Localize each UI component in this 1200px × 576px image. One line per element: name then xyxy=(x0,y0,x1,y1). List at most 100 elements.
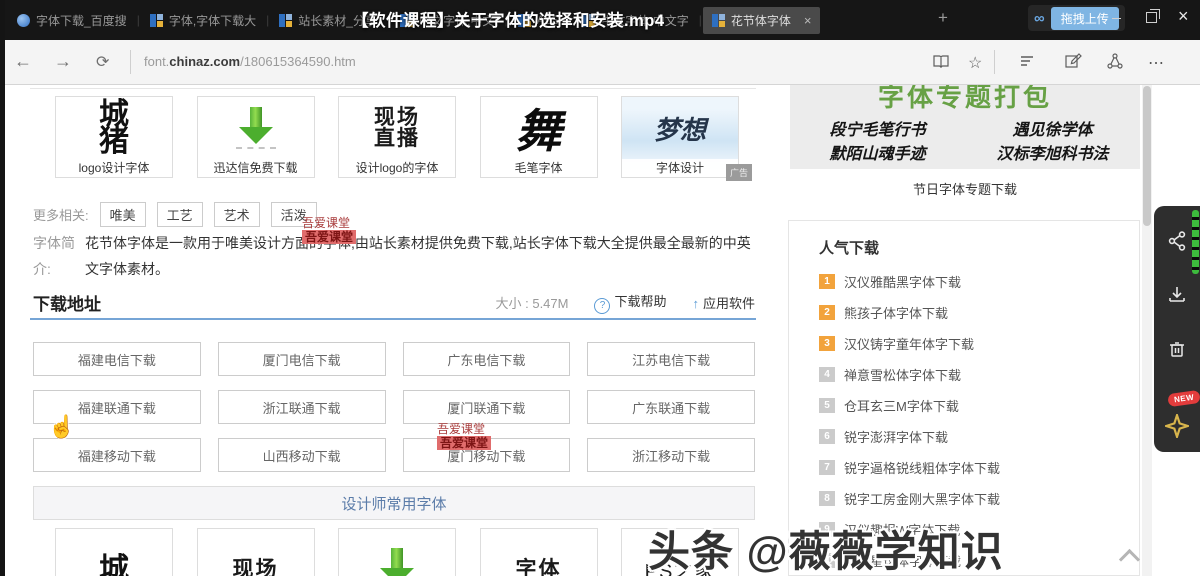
share-nodes-icon[interactable] xyxy=(1166,230,1188,252)
video-frame: 字体下载_百度搜|字体,字体下载大|站长素材_分享|中文字体,中文|ALS|中文… xyxy=(0,0,1200,576)
designer-fonts-button[interactable]: 设计师常用字体 xyxy=(33,486,755,520)
download-button[interactable]: 山西移动下载 xyxy=(218,438,386,472)
related-tag[interactable]: 工艺 xyxy=(157,202,203,227)
share-icon[interactable] xyxy=(1106,52,1124,70)
font-card-label: 迅达信免费下载 xyxy=(198,159,314,177)
tab-separator: | xyxy=(699,13,702,27)
font-art: 城 xyxy=(56,529,172,576)
minimize-icon[interactable] xyxy=(1112,18,1121,19)
site-favicon-icon xyxy=(279,14,292,27)
restore-window-icon[interactable] xyxy=(1146,12,1157,23)
list-item[interactable]: 4禅意雪松体字体下载 xyxy=(819,365,1139,384)
url-field[interactable]: font.chinaz.com/180615364590.htm xyxy=(144,54,356,69)
refresh-icon[interactable]: ⟳ xyxy=(96,52,109,72)
rank-badge: 5 xyxy=(819,398,835,413)
tab-title: 字体下载_百度搜 xyxy=(36,12,127,29)
browser-tab[interactable]: 字体下载_百度搜 xyxy=(8,7,136,34)
font-intro: 字体简 介: 花节体字体是一款用于唯美设计方面的字体,由站长素材提供免费下载,站… xyxy=(33,230,755,282)
rank-badge: 6 xyxy=(819,429,835,444)
list-item[interactable]: 2熊孩子体字体下载 xyxy=(819,303,1139,322)
popular-downloads-title: 人气下载 xyxy=(819,237,1139,258)
font-card-label: 毛笔字体 xyxy=(481,159,597,177)
download-button[interactable]: 江苏电信下载 xyxy=(587,342,755,376)
font-preview-card[interactable]: 城 xyxy=(55,528,173,576)
browser-tab[interactable]: 花节体字体× xyxy=(703,7,821,34)
download-button[interactable]: 浙江联通下载 xyxy=(218,390,386,424)
tab-separator: | xyxy=(137,13,140,27)
download-button[interactable]: 广东联通下载 xyxy=(587,390,755,424)
font-art xyxy=(339,529,455,576)
favicon-part xyxy=(150,14,156,27)
webpage: 城 猪logo设计字体迅达信免费下载现场 直播设计logo的字体舞毛笔字体梦想字… xyxy=(0,84,1200,576)
web-note-icon[interactable] xyxy=(1064,52,1082,70)
rank-badge: 3 xyxy=(819,336,835,351)
drag-upload-button[interactable]: 拖拽上传 xyxy=(1051,7,1119,30)
reading-view-icon[interactable] xyxy=(932,52,950,70)
tab-close-icon[interactable]: × xyxy=(804,13,812,28)
pin-panel[interactable] xyxy=(1154,400,1200,452)
list-item[interactable]: 5仓耳玄三M字体下载 xyxy=(819,396,1139,415)
new-tab-button[interactable]: + xyxy=(938,8,948,28)
download-button[interactable]: 广东电信下载 xyxy=(403,342,571,376)
font-preview-card[interactable]: 字体 xyxy=(480,528,598,576)
download-arrow-icon xyxy=(236,147,276,149)
download-button[interactable]: 厦门联通下载 xyxy=(403,390,571,424)
divider xyxy=(994,50,995,74)
list-item[interactable]: 1汉仪雅酷黑字体下载 xyxy=(819,272,1139,291)
font-preview-row-bottom: 城现场字体PS之家 xyxy=(55,528,739,576)
font-preview-card[interactable]: 舞毛笔字体 xyxy=(480,96,598,178)
font-preview-card[interactable]: 现场 xyxy=(197,528,315,576)
download-arrow-icon xyxy=(391,548,403,568)
favicon-part xyxy=(157,21,163,27)
site-favicon-icon xyxy=(17,14,30,27)
font-preview-card[interactable]: 现场 直播设计logo的字体 xyxy=(338,96,456,178)
download-button[interactable]: 厦门电信下载 xyxy=(218,342,386,376)
font-pack-promo[interactable]: 字体专题打包 段宁毛笔行书遇见徐学体默陌山魂手迹汉标李旭科书法 xyxy=(790,72,1140,169)
rank-badge: 8 xyxy=(819,491,835,506)
hub-icon[interactable] xyxy=(1018,52,1036,70)
browser-tab[interactable]: 字体,字体下载大 xyxy=(141,7,265,34)
download-tray-icon[interactable] xyxy=(1166,284,1188,306)
address-bar: ← → ⟳ font.chinaz.com/180615364590.htm ☆… xyxy=(0,40,1200,85)
red-watermark-line1: 吾爱课堂 xyxy=(437,422,491,436)
favicon-part xyxy=(279,14,285,27)
trash-icon[interactable] xyxy=(1166,338,1188,360)
cloud-upload-icon: ∞ xyxy=(1034,10,1045,27)
holiday-pack-link[interactable]: 节日字体专题下载 xyxy=(790,179,1140,198)
divider xyxy=(130,50,131,74)
related-tag[interactable]: 唯美 xyxy=(100,202,146,227)
font-art: 现场 xyxy=(198,529,314,576)
favorites-star-icon[interactable]: ☆ xyxy=(968,53,982,73)
download-title: 下载地址 xyxy=(33,290,101,315)
download-section-header: 下载地址 大小 : 5.47M ?下载帮助 ↑应用软件 xyxy=(33,290,755,315)
forward-icon[interactable]: → xyxy=(54,51,72,72)
list-item[interactable]: 6锐字澎湃字体下载 xyxy=(819,427,1139,446)
favicon-part xyxy=(157,14,163,27)
download-button[interactable]: 浙江移动下载 xyxy=(587,438,755,472)
rank-badge: 4 xyxy=(819,367,835,382)
font-preview-card[interactable]: 迅达信免费下载 xyxy=(197,96,315,178)
download-button[interactable]: 福建移动下载 xyxy=(33,438,201,472)
related-tag[interactable]: 艺术 xyxy=(214,202,260,227)
app-software-link[interactable]: ↑应用软件 xyxy=(692,293,755,312)
font-preview-card[interactable] xyxy=(338,528,456,576)
more-icon[interactable]: ⋯ xyxy=(1148,53,1164,73)
download-help-link[interactable]: ?下载帮助 xyxy=(594,291,666,314)
favicon-part xyxy=(719,14,725,20)
back-icon[interactable]: ← xyxy=(14,51,32,72)
font-preview-card[interactable]: 梦想字体设计广告 xyxy=(621,96,739,178)
scrollbar-thumb[interactable] xyxy=(1143,86,1151,226)
font-card-label: 设计logo的字体 xyxy=(339,159,455,177)
list-item[interactable]: 7锐字逼格锐线粗体字体下载 xyxy=(819,458,1139,477)
font-preview-card[interactable]: 城 猪logo设计字体 xyxy=(55,96,173,178)
font-art: 城 猪 xyxy=(56,97,172,159)
close-window-icon[interactable]: × xyxy=(1178,6,1189,27)
favicon-part xyxy=(286,14,292,20)
list-item[interactable]: 3汉仪铸字童年体字下载 xyxy=(819,334,1139,353)
list-item[interactable]: 8锐字工房金刚大黑字体下载 xyxy=(819,489,1139,508)
font-art: 舞 xyxy=(481,97,597,159)
favicon-part xyxy=(719,21,725,27)
font-art: 字体 xyxy=(481,529,597,576)
promo-font-sample: 遇见徐学体 xyxy=(965,118,1140,142)
download-button[interactable]: 福建电信下载 xyxy=(33,342,201,376)
